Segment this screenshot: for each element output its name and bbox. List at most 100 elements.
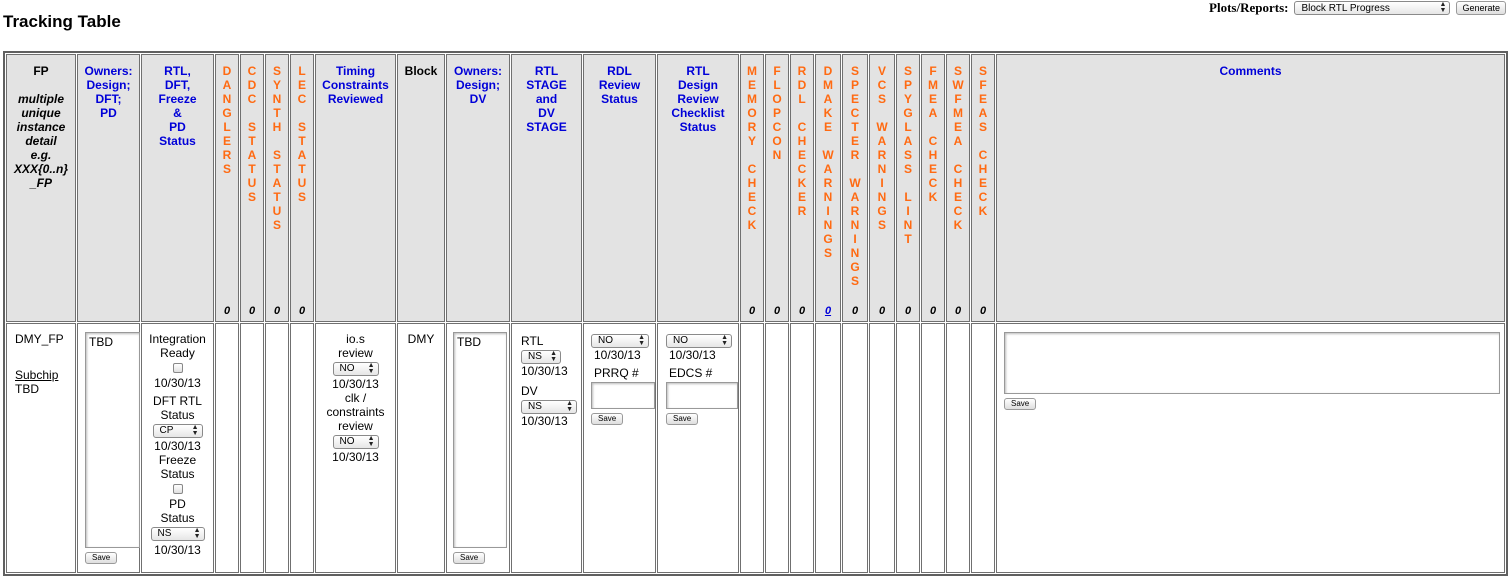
rtl-design-select[interactable]: NO ▲ ▼ <box>666 334 732 348</box>
owners-dv-save-button[interactable]: Save <box>453 552 486 564</box>
header-swfmea-check: SWFMEA CHECK 0 <box>946 54 970 322</box>
header-letter: W <box>952 78 964 92</box>
header-letter: N <box>772 148 782 162</box>
rtl-select[interactable]: NS ▲ ▼ <box>521 350 561 364</box>
header-letter: P <box>850 78 859 92</box>
clk-select-value: NO <box>339 436 355 447</box>
owners-pd-textarea[interactable]: TBD <box>85 332 140 548</box>
header-letter: A <box>297 148 307 162</box>
rdl-select[interactable]: NO ▲ ▼ <box>591 334 649 348</box>
header-synth-status: SYNTH STATUS 0 <box>265 54 289 322</box>
owners-pd-save-button[interactable]: Save <box>85 552 118 564</box>
header-letter: A <box>928 106 938 120</box>
header-letter: C <box>953 162 963 176</box>
header-vertical-label: SWFMEA CHECK <box>947 55 969 232</box>
prrq-input[interactable] <box>591 382 655 409</box>
header-letter: R <box>747 120 757 134</box>
header-letter <box>870 106 894 120</box>
header-letter: A <box>978 106 988 120</box>
header-letter: S <box>978 64 987 78</box>
header-letter: N <box>877 190 887 204</box>
dft-select[interactable]: CP ▲ ▼ <box>152 424 203 438</box>
header-letter: S <box>903 148 912 162</box>
header-letter: K <box>797 176 807 190</box>
integration-checkbox[interactable] <box>172 362 183 373</box>
header-letter: H <box>978 162 988 176</box>
header-vertical-label: DANGLERS <box>216 55 238 176</box>
header-memory-check: MEMORY CHECK 0 <box>740 54 764 322</box>
fp-name: DMY_FP <box>15 332 64 346</box>
subchip-link-text[interactable]: Subchip <box>15 368 58 382</box>
header-letter: F <box>954 92 962 106</box>
generate-button[interactable]: Generate <box>1456 1 1506 15</box>
header-rdl-checker: RDL CHECKER 0 <box>790 54 814 322</box>
header-letter: I <box>853 232 857 246</box>
header-letter: S <box>850 64 859 78</box>
comments-save-button[interactable]: Save <box>1004 398 1037 410</box>
cell-spyglass <box>896 323 920 573</box>
freeze-label: Freeze Status <box>158 453 197 481</box>
sfeas-count: 0 <box>979 305 987 317</box>
cell-memory <box>740 323 764 573</box>
header-line: PD <box>100 106 117 120</box>
header-line: Timing <box>335 64 376 78</box>
header-letter: H <box>953 176 963 190</box>
pd-select[interactable]: NS ▲ ▼ <box>150 527 205 541</box>
cell-rtl-status: Integration Ready 10/30/13 DFT RTL Statu… <box>141 323 214 573</box>
rtl-design-save-button[interactable]: Save <box>666 413 699 425</box>
header-letter: H <box>797 134 807 148</box>
header-letter: C <box>797 162 807 176</box>
header-letter: S <box>297 190 306 204</box>
freeze-checkbox[interactable] <box>172 483 183 494</box>
clk-select[interactable]: NO ▲ ▼ <box>332 435 379 449</box>
select-arrows-icon: ▲ ▼ <box>638 334 645 347</box>
header-vertical-label: CDC STATUS <box>241 55 263 204</box>
header-block-label: Block <box>404 64 438 78</box>
fp-sub-line: instance <box>16 120 66 134</box>
header-letter: G <box>823 232 833 246</box>
danglers-count: 0 <box>223 305 231 317</box>
header-letter <box>791 106 813 120</box>
cell-sfeas <box>971 323 995 573</box>
header-vertical-label: LEC STATUS <box>291 55 313 204</box>
reports-select[interactable]: Block RTL Progress ▲ ▼ <box>1294 1 1451 15</box>
header-letter: E <box>297 78 306 92</box>
header-flopcon: FLOPCON 0 <box>765 54 789 322</box>
header-letter: T <box>273 162 281 176</box>
header-letter: N <box>823 218 833 232</box>
header-rtl-status: RTL, DFT, Freeze & PD Status <box>141 54 214 322</box>
header-line: Owners: <box>84 64 133 78</box>
rtl-design-date: 10/30/13 <box>669 348 716 362</box>
subchip-link[interactable]: Subchip <box>15 368 75 382</box>
header-letter: H <box>747 176 757 190</box>
edcs-input[interactable] <box>666 382 738 409</box>
flopcon-count: 0 <box>773 305 781 317</box>
select-arrows-icon: ▲ ▼ <box>566 400 573 413</box>
owners-dv-textarea[interactable]: TBD <box>453 332 507 548</box>
header-line: DFT, <box>164 78 191 92</box>
header-letter: N <box>850 246 860 260</box>
cell-block: DMY <box>397 323 445 573</box>
header-letter: T <box>248 162 256 176</box>
ios-select[interactable]: NO ▲ ▼ <box>332 362 379 376</box>
header-vertical-label: SPYGLASS LINT <box>897 55 919 246</box>
page-title: Tracking Table <box>3 12 121 31</box>
header-letter: L <box>223 120 231 134</box>
header-letter: M <box>823 78 833 92</box>
header-letter: N <box>272 92 282 106</box>
fp-sub-line: detail <box>25 134 57 148</box>
header-letter: U <box>247 176 257 190</box>
dv-select[interactable]: NS ▲ ▼ <box>521 400 577 414</box>
select-arrows-icon: ▲ ▼ <box>367 362 375 375</box>
header-fp: FP multiple unique instance detail e.g. … <box>6 54 76 322</box>
header-line: Review <box>677 92 719 106</box>
header-letter: F <box>929 64 937 78</box>
header-letter: S <box>978 120 987 134</box>
header-owners-dv: Owners: Design; DV <box>446 54 510 322</box>
header-letter: S <box>247 120 256 134</box>
rdl-save-button[interactable]: Save <box>591 413 624 425</box>
header-letter: L <box>773 78 781 92</box>
header-letter: A <box>877 134 887 148</box>
comments-textarea[interactable] <box>1004 332 1500 394</box>
dmake-count-link[interactable]: 0 <box>825 305 831 317</box>
